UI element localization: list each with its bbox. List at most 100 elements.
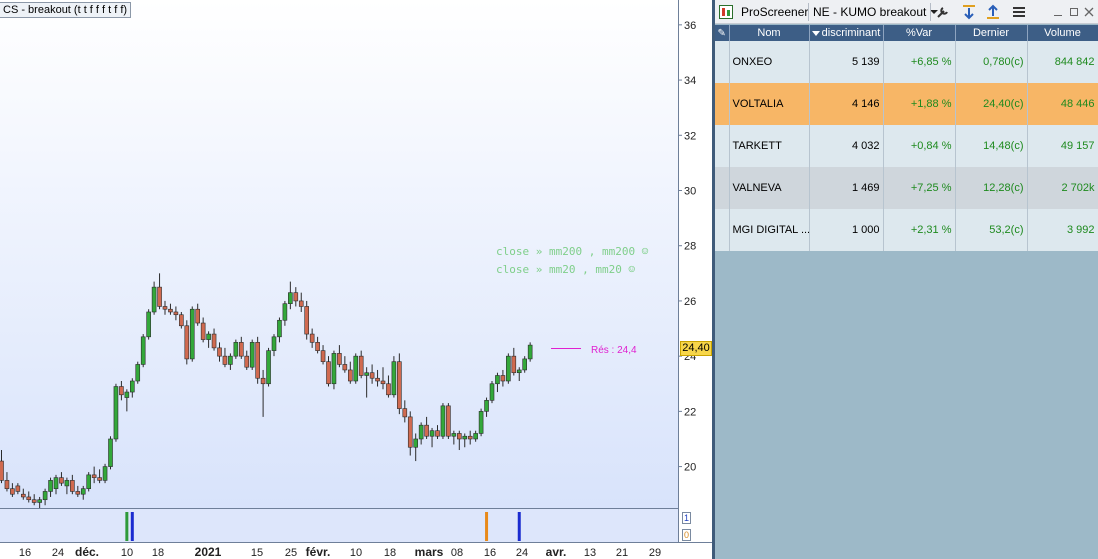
candle	[146, 309, 151, 340]
time-tick-label: 08	[451, 547, 463, 559]
cell-var: +1,88 %	[883, 83, 956, 125]
table-row-selected[interactable]: VOLTALIA 4 146 +1,88 % 24,40(c) 48 446	[715, 83, 1098, 125]
candle-body-down	[4, 480, 10, 489]
candle-body-up	[37, 499, 42, 503]
time-tick-label: 16	[19, 547, 31, 559]
candle-body-down	[70, 480, 75, 492]
time-tick-label: 29	[649, 547, 661, 559]
candle-body-up	[266, 350, 271, 385]
table-header-row: ✎ Nom discriminant %Var Dernier Volume	[715, 25, 1098, 41]
candle-body-down	[298, 300, 304, 307]
candle-body-up	[53, 477, 59, 489]
candle-body-down	[31, 499, 37, 503]
screener-condition-note: close » mm20 , mm20 ☺	[496, 263, 636, 276]
time-tick-label: 2021	[195, 545, 222, 559]
candle-body-up	[282, 303, 288, 321]
sort-descending-icon	[811, 30, 820, 36]
candle	[102, 463, 108, 484]
candle-body-down	[239, 342, 244, 357]
candle-body-down	[315, 342, 320, 351]
candle-body-down	[211, 333, 217, 349]
screen-selector-dropdown[interactable]: NE - KUMO breakout	[810, 0, 941, 24]
cell-volume: 2 702k	[1027, 167, 1098, 209]
cell-name: TARKETT	[729, 125, 810, 167]
indicator-signal-bar	[485, 512, 489, 541]
menu-icon[interactable]	[1009, 0, 1029, 24]
time-tick-label: 24	[516, 547, 528, 559]
candle	[304, 300, 310, 340]
time-tick-label: 18	[152, 547, 164, 559]
candle-body-up	[522, 358, 528, 371]
candle-body-up	[473, 433, 478, 440]
row-marker	[715, 209, 730, 251]
candle-body-down	[0, 460, 4, 481]
close-icon[interactable]	[1081, 0, 1097, 24]
candle-body-up	[489, 383, 495, 401]
sort-up-icon[interactable]	[983, 0, 1003, 24]
cell-var: +2,31 %	[883, 209, 956, 251]
candle-body-down	[168, 308, 173, 313]
chart-title[interactable]: CS - breakout (t t f f f t f f)	[0, 2, 132, 18]
time-tick-label: 15	[251, 547, 263, 559]
indicator-scale-max: 1	[682, 512, 691, 524]
candle-body-down	[195, 308, 200, 324]
candle-body-up	[124, 391, 130, 398]
column-header-var[interactable]: %Var	[883, 25, 956, 41]
cell-var: +6,85 %	[883, 41, 956, 83]
candle-body-down	[179, 314, 184, 327]
candle-body-up	[64, 480, 70, 487]
table-row[interactable]: TARKETT 4 032 +0,84 % 14,48(c) 49 157	[715, 125, 1098, 167]
candle-body-up	[206, 333, 211, 340]
candle-body-down	[173, 311, 179, 316]
cell-discriminant: 4 032	[809, 125, 884, 167]
maximize-icon[interactable]	[1067, 0, 1081, 24]
time-axis: 16 24 déc. 10 18 2021 15 25 févr. 10 18 mars 08 16 24 a…	[19, 545, 661, 559]
candle	[108, 436, 113, 470]
candle-body-down	[10, 488, 15, 495]
candle	[189, 306, 195, 362]
candlestick-chart[interactable]: 202224262830323436 16 24 déc. 10 18 2021 15 25 f…	[0, 0, 712, 559]
table-row[interactable]: ONXEO 5 139 +6,85 % 0,780(c) 844 842	[715, 41, 1098, 83]
time-tick-label: 10	[121, 547, 133, 559]
candle	[353, 353, 359, 384]
cell-volume: 844 842	[1027, 41, 1098, 83]
table-row[interactable]: VALNEVA 1 469 +7,25 % 12,28(c) 2 702k	[715, 167, 1098, 209]
candle	[478, 408, 484, 437]
candle-body-down	[337, 353, 342, 365]
column-header-name[interactable]: Nom	[729, 25, 810, 41]
sort-down-icon[interactable]	[959, 0, 979, 24]
cell-name: ONXEO	[729, 41, 810, 83]
cell-volume: 3 992	[1027, 209, 1098, 251]
candle-body-down	[435, 430, 440, 437]
column-header-last[interactable]: Dernier	[955, 25, 1028, 41]
candle-body-down	[342, 364, 348, 371]
candle-body-down	[157, 286, 162, 307]
candle-body-up	[135, 364, 141, 382]
candle-body-down	[380, 380, 386, 385]
column-header-discriminant-label: discriminant	[821, 27, 881, 39]
candle-body-up	[516, 369, 522, 374]
table-row[interactable]: MGI DIGITAL ... 1 000 +2,31 % 53,2(c) 3 …	[715, 209, 1098, 251]
column-settings-header[interactable]: ✎	[715, 25, 730, 41]
cell-discriminant: 1 469	[809, 167, 884, 209]
minimize-icon[interactable]	[1051, 0, 1065, 24]
cell-last: 53,2(c)	[955, 209, 1028, 251]
candle-body-up	[462, 435, 468, 440]
candle-body-down	[26, 496, 32, 501]
candle	[113, 383, 119, 442]
last-price-tag: 24,40	[680, 341, 712, 356]
candle-body-up	[413, 438, 419, 448]
column-header-discriminant[interactable]: discriminant	[809, 25, 884, 41]
candle-body-down	[293, 292, 299, 302]
app-window: 20 22 24 26 28 30 32 34 36 16 24 déc. 10 18 2021 15 25 f…	[0, 0, 1098, 559]
proscreener-panel: ProScreener NE - KUMO breakout ✎ Nom dis…	[715, 0, 1098, 559]
wrench-icon[interactable]	[933, 0, 953, 24]
column-header-volume[interactable]: Volume	[1027, 25, 1098, 41]
price-chart-pane[interactable]: 20 22 24 26 28 30 32 34 36 16 24 déc. 10 18 2021 15 25 f…	[0, 0, 712, 559]
candle-body-down	[304, 306, 310, 335]
candle-body-down	[358, 355, 364, 376]
candle-body-down	[309, 333, 315, 343]
cell-volume: 48 446	[1027, 83, 1098, 125]
candle	[233, 339, 239, 359]
candle-body-down	[402, 408, 408, 418]
